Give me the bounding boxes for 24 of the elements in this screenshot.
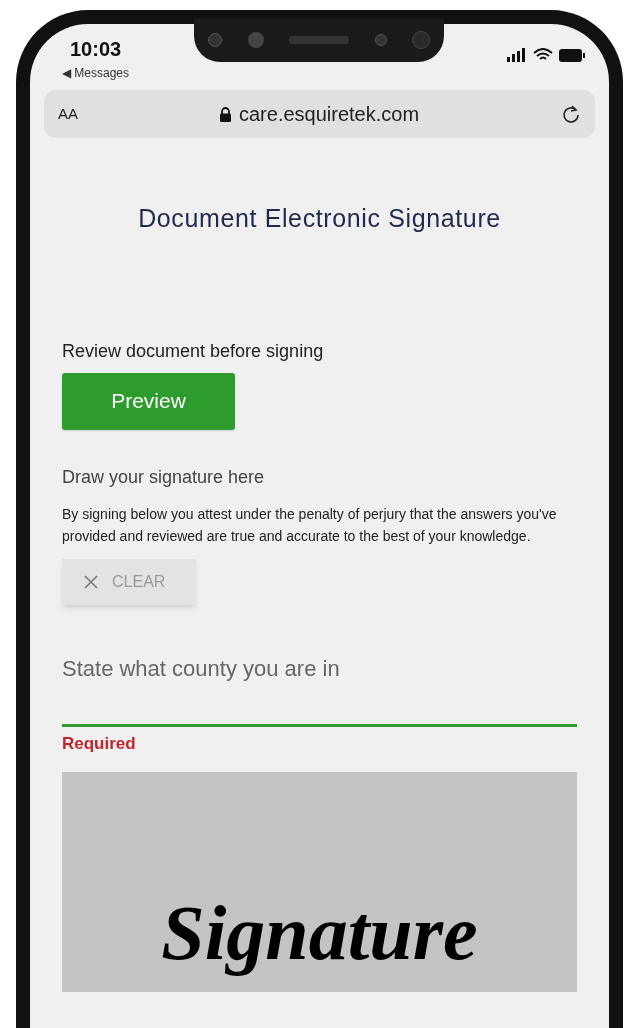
close-icon: [84, 574, 98, 589]
text-size-button[interactable]: AA: [58, 102, 78, 126]
draw-signature-label: Draw your signature here: [62, 465, 266, 489]
lock-icon: [219, 106, 231, 122]
signature-pad[interactable]: Signature: [62, 772, 577, 992]
county-input-field[interactable]: State what county you are in: [62, 644, 577, 727]
sensor-icon: [374, 34, 387, 46]
preview-button[interactable]: Preview: [62, 372, 235, 430]
sensor-icon: [208, 33, 222, 47]
review-label: Review document before signing: [62, 339, 325, 363]
camera-icon: [412, 31, 430, 49]
signal-icon: [507, 48, 527, 62]
page-title: Document Electronic Signature: [137, 203, 502, 234]
wifi-icon: [533, 48, 553, 62]
required-error: Required: [62, 732, 137, 755]
camera-icon: [247, 32, 264, 48]
speaker-icon: [289, 36, 349, 44]
attestation-text: By signing below you attest under the penalty of perjury that the answers you've provided and reviewed are true and accurate to the best of your knowledge.: [62, 504, 558, 546]
status-time: 10:03: [69, 37, 123, 62]
reload-icon[interactable]: [561, 104, 581, 124]
back-to-app-link[interactable]: ◀ Messages: [62, 64, 130, 82]
battery-icon: [559, 48, 585, 62]
url-text: care.esquiretek.com: [238, 102, 420, 127]
address-bar[interactable]: AA care.esquiretek.com: [44, 90, 595, 138]
